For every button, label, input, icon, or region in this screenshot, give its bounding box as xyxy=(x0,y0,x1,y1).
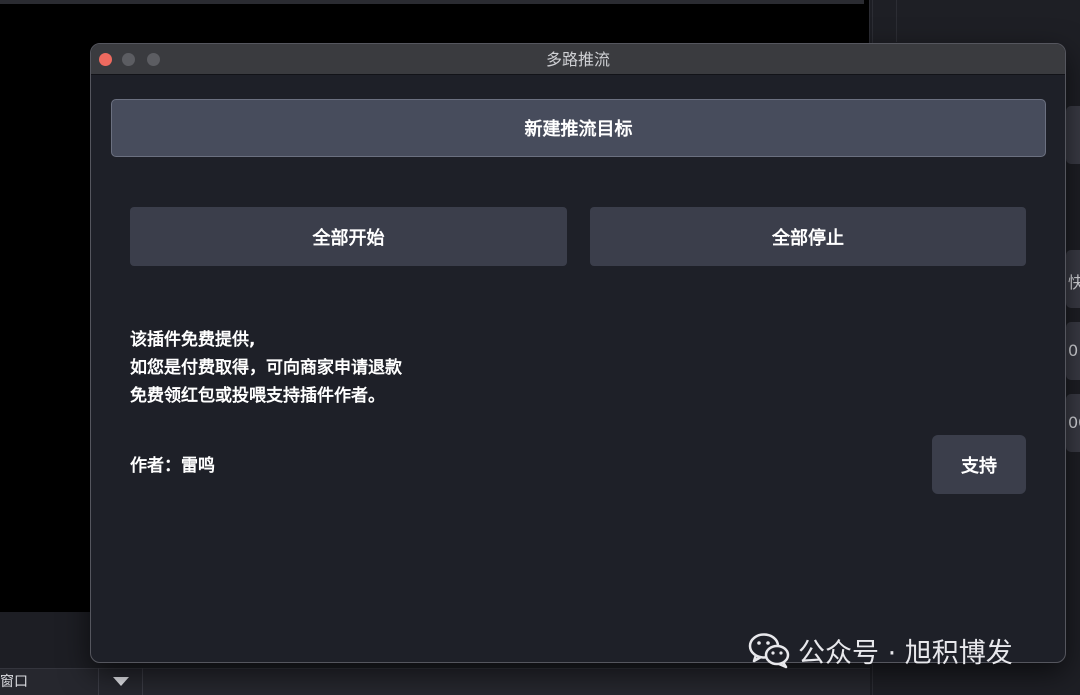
preview-top-strip xyxy=(0,0,864,4)
info-line-1: 该插件免费提供, xyxy=(130,330,256,350)
right-panel-button-3-label: 0 xyxy=(1068,341,1079,360)
dialog-title: 多路推流 xyxy=(545,50,610,69)
right-panel-button-2[interactable]: 快 xyxy=(1066,250,1080,308)
wechat-icon xyxy=(748,631,790,669)
right-panel-button-4[interactable]: 00 xyxy=(1066,394,1080,452)
bottom-bar xyxy=(0,668,870,695)
support-button[interactable]: 支持 xyxy=(932,435,1026,494)
bottom-bar-label: 窗口 xyxy=(0,674,28,690)
right-panel-button-1[interactable] xyxy=(1066,106,1080,164)
plugin-info-text: 该插件免费提供, 如您是付费取得，可向商家申请退款 免费领红包或投喂支持插件作者… xyxy=(130,326,402,410)
info-line-2: 如您是付费取得，可向商家申请退款 xyxy=(130,358,402,378)
bottom-bar-separator-2 xyxy=(142,668,143,695)
multi-stream-dialog: 多路推流 新建推流目标 全部开始 全部停止 该插件免费提供, 如您是付费取得，可… xyxy=(90,43,1066,663)
info-line-3: 免费领红包或投喂支持插件作者。 xyxy=(130,386,385,406)
new-stream-target-button[interactable]: 新建推流目标 xyxy=(111,99,1046,157)
author-label: 作者：雷鸣 xyxy=(130,456,215,476)
right-panel-divider xyxy=(896,0,897,42)
chevron-down-icon[interactable] xyxy=(113,677,129,686)
dialog-titlebar: 多路推流 xyxy=(91,44,1065,75)
right-panel-button-3[interactable]: 0 xyxy=(1066,322,1080,380)
start-all-button[interactable]: 全部开始 xyxy=(130,207,567,266)
watermark: 公众号 · 旭积博发 xyxy=(748,628,1013,672)
bottom-bar-separator xyxy=(98,668,99,695)
right-panel-button-2-label: 快 xyxy=(1068,273,1080,292)
watermark-text: 公众号 · 旭积博发 xyxy=(798,637,1013,669)
stop-all-button[interactable]: 全部停止 xyxy=(590,207,1026,266)
right-panel-button-4-label: 00 xyxy=(1068,413,1080,432)
